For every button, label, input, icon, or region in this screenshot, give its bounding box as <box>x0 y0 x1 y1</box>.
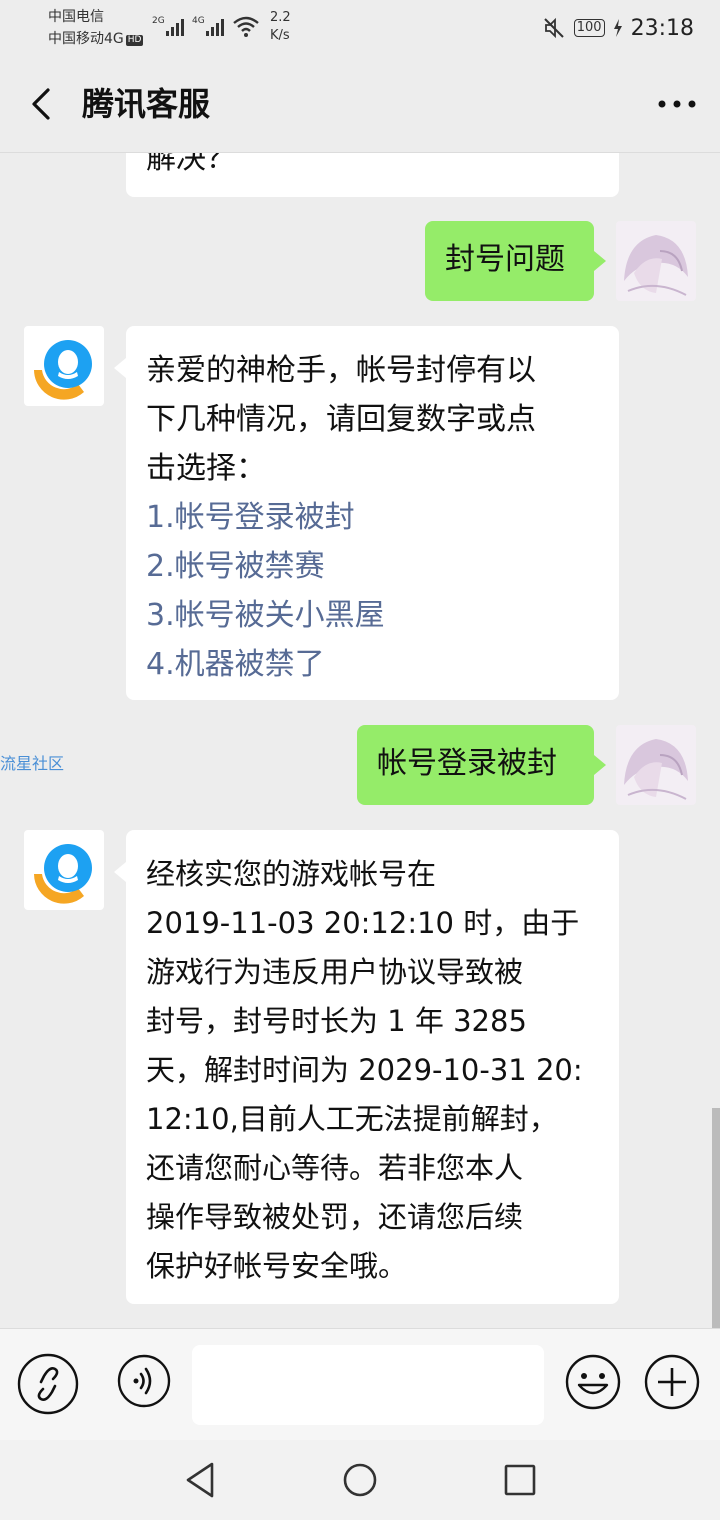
message-text: 帐号登录被封 <box>377 746 557 781</box>
message-line: 亲爱的神枪手，帐号封停有以 <box>146 353 536 388</box>
carrier-secondary: 中国移动4G HD <box>48 31 144 47</box>
status-time: 23:18 <box>630 15 694 41</box>
system-navigation-bar <box>0 1440 720 1520</box>
wifi-icon <box>233 16 259 37</box>
network-speed: 2.2 K/s <box>270 9 291 45</box>
option-link-1[interactable]: 1.帐号登录被封 <box>146 493 599 542</box>
chat-area[interactable]: 解决？ 封号问题 亲爱的神枪手，帐号封停有以 下几种情况，请回复数字或点 击选择… <box>0 152 720 1328</box>
voice-icon <box>117 1354 171 1408</box>
link-icon <box>17 1353 79 1415</box>
hd-badge: HD <box>125 35 144 46</box>
message-line: 2019-11-03 20:12:10 时，由于 <box>146 906 580 940</box>
triangle-back-icon <box>186 1462 214 1498</box>
message-bubble-incoming: 解决？ <box>126 152 619 197</box>
system-back-button[interactable] <box>176 1456 224 1504</box>
emoji-button[interactable] <box>564 1353 624 1413</box>
message-bubble-outgoing[interactable]: 帐号登录被封 <box>357 725 606 805</box>
message-line: 天，解封时间为 2029-10-31 20: <box>146 1053 583 1087</box>
net-4g-label: 4G <box>192 16 205 26</box>
user-avatar-image <box>616 221 696 301</box>
signal-2g-icon: 2G <box>152 16 184 36</box>
net-2g-label: 2G <box>152 16 165 26</box>
status-bar: 中国电信 中国移动4G HD 2G 4G 2.2 K/s 100 23:18 <box>0 0 720 56</box>
service-avatar[interactable] <box>24 326 104 406</box>
circle-home-icon <box>343 1463 377 1497</box>
user-avatar[interactable] <box>616 725 696 805</box>
message-bubble-incoming: 经核实您的游戏帐号在 2019-11-03 20:12:10 时，由于 游戏行为… <box>114 830 619 1304</box>
square-recents-icon <box>504 1464 536 1496</box>
message-line: 还请您耐心等待。若非您本人 <box>146 1151 524 1185</box>
system-recents-button[interactable] <box>496 1456 544 1504</box>
speed-value: 2.2 <box>270 10 291 25</box>
user-avatar-image <box>616 725 696 805</box>
message-line: 击选择： <box>146 451 266 486</box>
input-bar <box>0 1328 720 1441</box>
signal-4g-icon: 4G <box>192 16 224 36</box>
watermark: 流星社区 <box>0 754 65 773</box>
message-line: 下几种情况，请回复数字或点 <box>146 402 536 437</box>
status-right-group: 100 23:18 <box>542 14 694 42</box>
service-avatar[interactable] <box>24 830 104 910</box>
option-link-3[interactable]: 3.帐号被关小黑屋 <box>146 591 599 640</box>
mute-icon <box>544 17 564 39</box>
voice-input-button[interactable] <box>116 1353 176 1413</box>
option-link-4[interactable]: 4.机器被禁了 <box>146 640 599 689</box>
plus-icon <box>644 1354 700 1410</box>
chat-header: 腾讯客服 <box>0 56 720 153</box>
service-logo-icon <box>24 830 104 910</box>
message-bubble-outgoing[interactable]: 封号问题 <box>425 221 606 301</box>
back-button[interactable] <box>20 80 64 128</box>
message-line: 保护好帐号安全哦。 <box>146 1249 408 1283</box>
speed-unit: K/s <box>270 28 290 43</box>
message-text: 解决？ <box>146 152 236 176</box>
user-avatar[interactable] <box>616 221 696 301</box>
message-input[interactable] <box>192 1345 544 1425</box>
option-link-2[interactable]: 2.帐号被禁赛 <box>146 542 599 591</box>
message-line: 操作导致被处罚，还请您后续 <box>146 1200 524 1234</box>
emoji-icon <box>565 1354 621 1410</box>
message-line: 12:10,目前人工无法提前解封， <box>146 1102 558 1136</box>
back-arrow-icon <box>32 88 50 120</box>
more-functions-button[interactable] <box>643 1353 703 1413</box>
system-home-button[interactable] <box>336 1456 384 1504</box>
carrier-primary: 中国电信 <box>48 9 104 25</box>
more-dots-icon <box>658 100 696 108</box>
message-bubble-incoming: 亲爱的神枪手，帐号封停有以 下几种情况，请回复数字或点 击选择： 1.帐号登录被… <box>114 326 619 700</box>
chat-title: 腾讯客服 <box>82 85 211 123</box>
more-options-button[interactable] <box>652 80 702 128</box>
mini-program-button[interactable] <box>17 1353 79 1415</box>
message-line: 游戏行为违反用户协议导致被 <box>146 955 524 989</box>
message-line: 经核实您的游戏帐号在 <box>146 857 437 891</box>
chat-scrollbar[interactable] <box>712 1108 720 1328</box>
charging-icon <box>613 19 622 37</box>
message-line: 封号，封号时长为 1 年 3285 <box>146 1004 527 1038</box>
carrier-secondary-label: 中国移动4G <box>48 31 124 47</box>
service-logo-icon <box>24 326 104 406</box>
battery-level: 100 <box>573 19 605 37</box>
message-text: 封号问题 <box>445 242 565 277</box>
